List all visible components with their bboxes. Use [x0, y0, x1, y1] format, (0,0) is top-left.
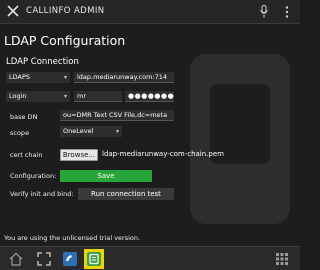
run-connection-test-button[interactable]: Run connection test: [78, 188, 174, 200]
grid-icon: [276, 253, 288, 265]
app-watermark-icon: [190, 54, 290, 224]
verify-label: Verify init and bind:: [10, 190, 74, 198]
chevron-down-icon: ▾: [63, 74, 67, 81]
callinfo-app-icon: [63, 252, 77, 266]
username-input[interactable]: mr: [74, 91, 122, 102]
configuration-label: Configuration:: [10, 172, 57, 180]
auth-method-select[interactable]: Login ▾: [6, 91, 70, 102]
chevron-down-icon: ▾: [115, 128, 119, 135]
scope-label: scope: [10, 129, 30, 137]
app-grid-button[interactable]: [272, 249, 292, 269]
chevron-down-icon: ▾: [63, 93, 67, 100]
base-dn-input[interactable]: ou=DMR Text CSV File,dc=meta: [60, 110, 174, 121]
taskbar: [0, 246, 300, 270]
home-button[interactable]: [6, 249, 26, 269]
browse-button[interactable]: Browse...: [60, 149, 98, 161]
base-dn-label: base DN: [10, 113, 38, 121]
fullscreen-button[interactable]: [34, 249, 54, 269]
callinfo-admin-app-button[interactable]: [84, 249, 104, 269]
fullscreen-icon: [37, 252, 51, 266]
cert-chain-label: cert chain: [10, 151, 43, 159]
protocol-select[interactable]: LDAPS ▾: [6, 72, 70, 83]
page-title: LDAP Configuration: [4, 33, 126, 48]
auth-method-value: Login: [9, 92, 27, 100]
trial-notice: You are using the unlicensed trial versi…: [4, 234, 141, 242]
cert-file-name: ldap-mediarunway-com-chain.pem: [102, 150, 224, 158]
close-icon[interactable]: [5, 3, 21, 19]
main-content: LDAP Configuration LDAP Connection LDAPS…: [0, 24, 300, 246]
scope-select[interactable]: OneLevel ▾: [60, 126, 122, 137]
protocol-value: LDAPS: [9, 73, 31, 81]
title-bar: CALLINFO ADMIN: [0, 0, 300, 24]
host-input[interactable]: ldap.mediarunway.com:714: [74, 72, 174, 83]
microphone-icon[interactable]: [259, 5, 269, 18]
callinfo-admin-app-icon: [87, 252, 101, 266]
save-button[interactable]: Save: [60, 170, 152, 182]
callinfo-app-button[interactable]: [60, 249, 80, 269]
section-title: LDAP Connection: [6, 57, 79, 67]
more-vertical-icon[interactable]: [283, 5, 291, 19]
password-input[interactable]: ●●●●●●●●●●●●●: [125, 91, 174, 102]
app-title: CALLINFO ADMIN: [26, 6, 105, 16]
scope-value: OneLevel: [63, 127, 94, 135]
home-icon: [9, 252, 23, 266]
